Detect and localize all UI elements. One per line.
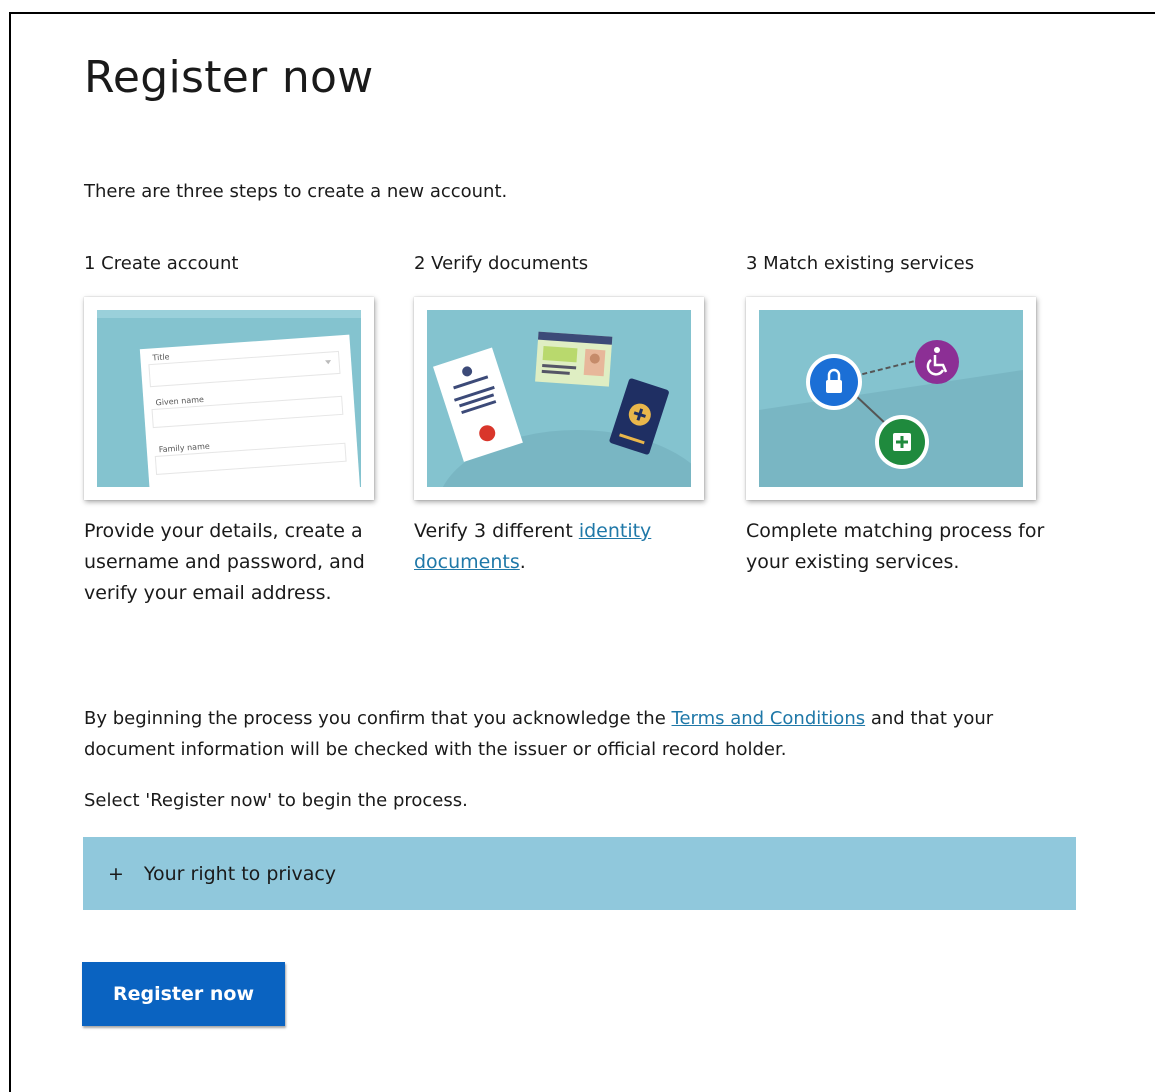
terms-and-conditions-link[interactable]: Terms and Conditions bbox=[672, 708, 866, 729]
privacy-accordion[interactable]: + Your right to privacy bbox=[83, 837, 1076, 910]
step-create-account: 1 Create account Title Given name Family… bbox=[84, 253, 384, 609]
intro-text: There are three steps to create a new ac… bbox=[84, 181, 508, 202]
form-illustration: Title Given name Family name bbox=[97, 310, 361, 487]
matching-illustration bbox=[759, 310, 1023, 487]
plus-icon: + bbox=[108, 862, 124, 885]
title-field-label: Title bbox=[151, 352, 170, 362]
step-verify-documents: 2 Verify documents Verify 3 different id… bbox=[414, 253, 714, 578]
create-account-illustration: Title Given name Family name bbox=[84, 297, 374, 500]
documents-illustration bbox=[427, 310, 691, 487]
step-description: Verify 3 different identity documents. bbox=[414, 520, 652, 573]
step-description: Provide your details, create a username … bbox=[84, 520, 365, 604]
step-title: 3 Match existing services bbox=[746, 253, 975, 274]
accessibility-node-icon bbox=[915, 340, 959, 384]
match-services-illustration bbox=[746, 297, 1036, 500]
step-match-services: 3 Match existing services Complete match… bbox=[746, 253, 1046, 578]
verify-documents-illustration bbox=[414, 297, 704, 500]
consent-text: By beginning the process you confirm tha… bbox=[84, 708, 994, 760]
instruction-text: Select 'Register now' to begin the proce… bbox=[84, 790, 468, 811]
page-title: Register now bbox=[84, 52, 374, 103]
step-title: 1 Create account bbox=[84, 253, 239, 274]
accordion-label: Your right to privacy bbox=[143, 862, 337, 885]
step-title: 2 Verify documents bbox=[414, 253, 589, 274]
register-now-button[interactable]: Register now bbox=[82, 962, 285, 1026]
step-description: Complete matching process for your exist… bbox=[746, 520, 1045, 573]
